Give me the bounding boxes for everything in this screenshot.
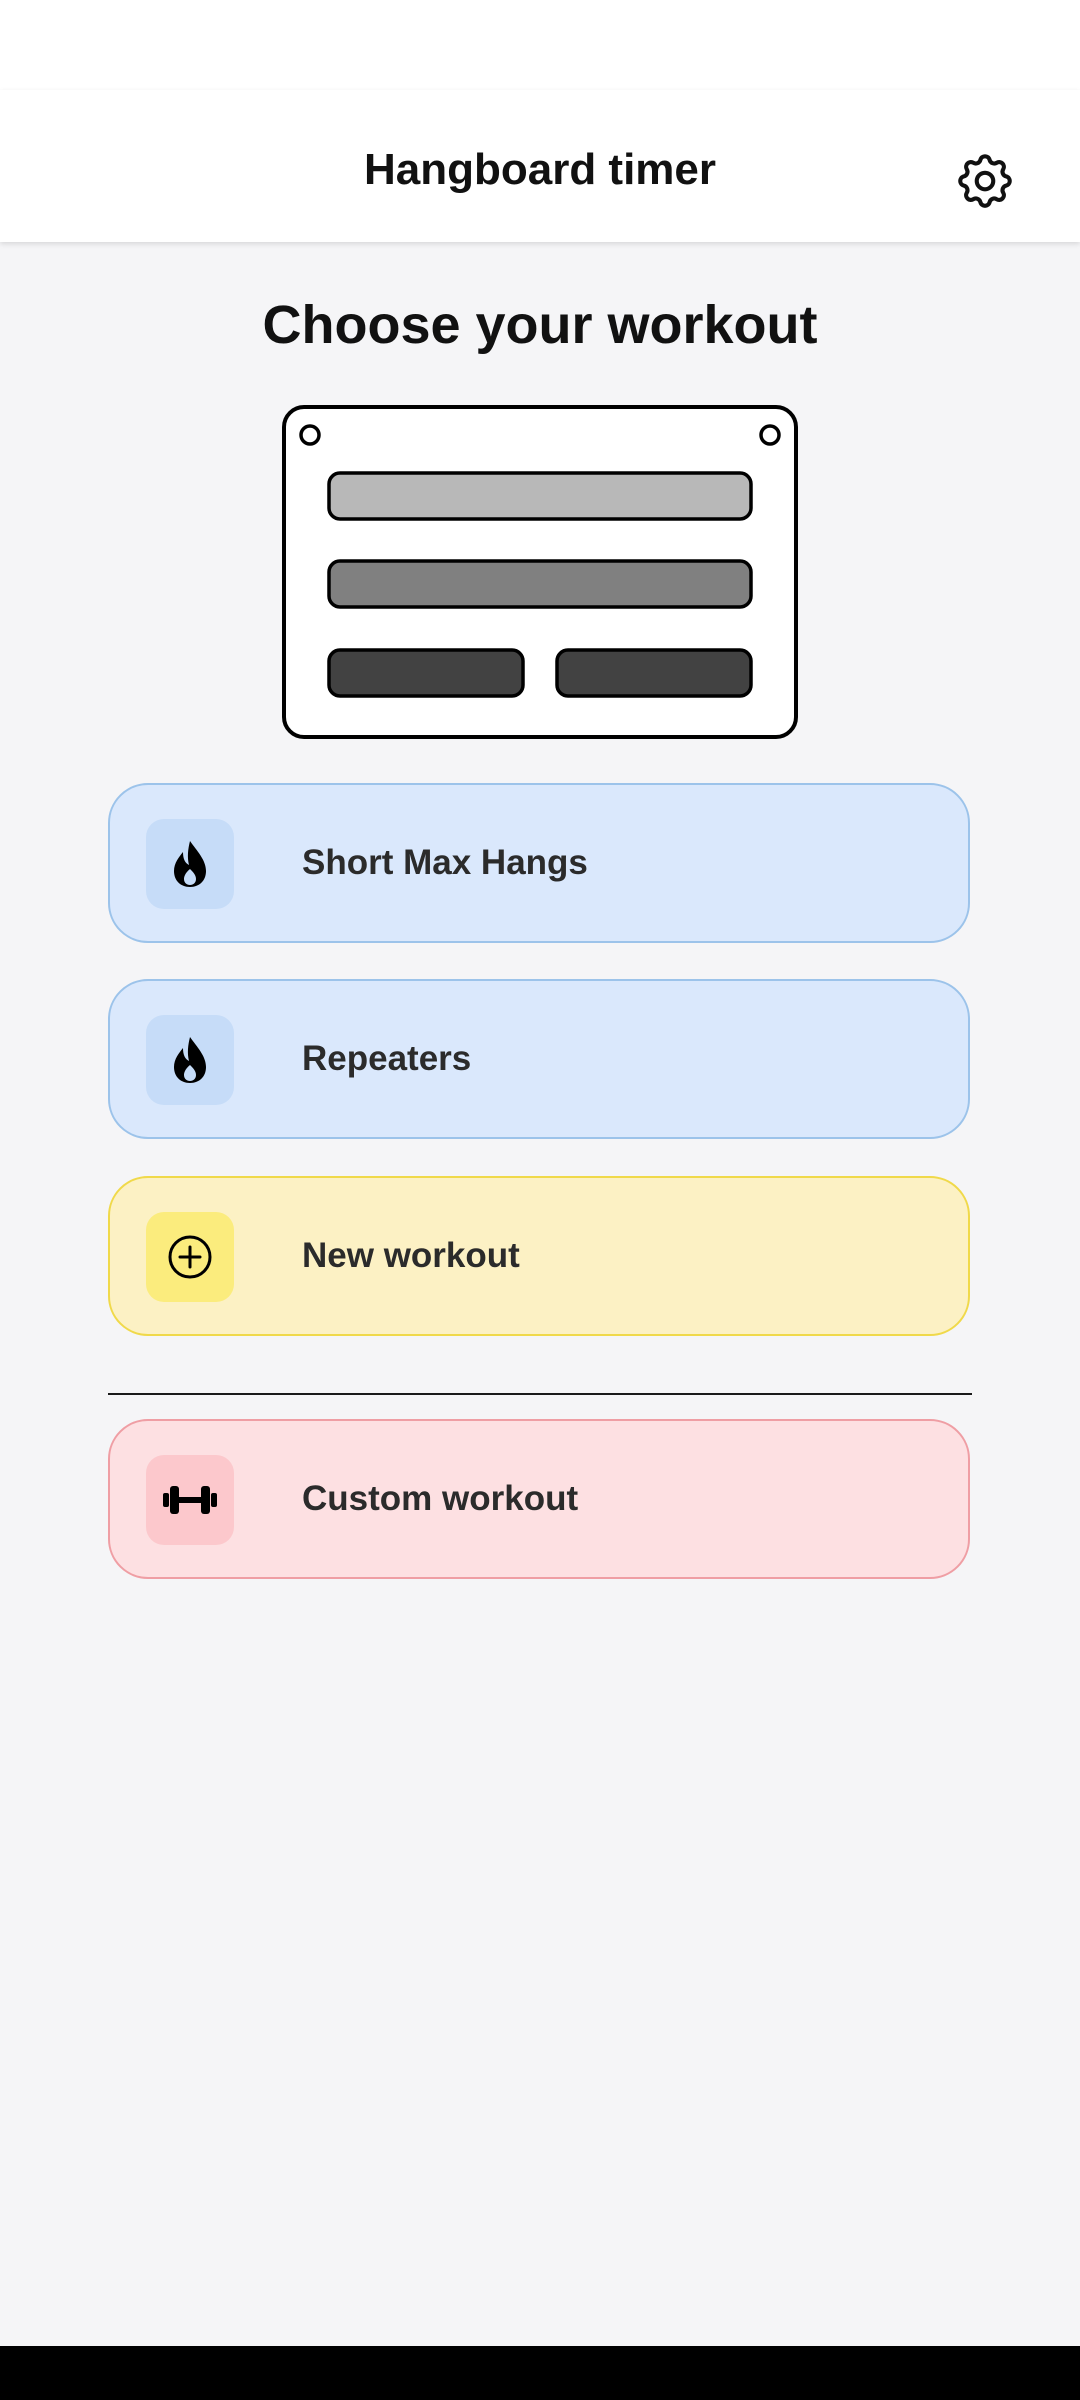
- settings-button[interactable]: [948, 144, 1022, 218]
- add-circle-icon: [168, 1235, 212, 1279]
- custom-workout-button[interactable]: Custom workout: [108, 1419, 970, 1579]
- workout-card-label: Repeaters: [302, 1039, 472, 1078]
- app-bar: Hangboard timer: [0, 90, 1080, 242]
- new-workout-button[interactable]: New workout: [108, 1176, 970, 1336]
- page-title: Choose your workout: [262, 295, 818, 355]
- dumbbell-icon: [163, 1486, 217, 1514]
- status-bar: [0, 0, 1080, 90]
- gear-icon: [958, 154, 1012, 208]
- hangboard-illustration: [282, 405, 798, 739]
- workout-card-label: New workout: [302, 1236, 520, 1275]
- workout-card-icon: [146, 1455, 234, 1545]
- system-navigation-bar: [0, 2346, 1080, 2400]
- workout-card-short-max-hangs[interactable]: Short Max Hangs: [108, 783, 970, 943]
- flame-icon: [174, 841, 206, 887]
- divider: [108, 1393, 972, 1395]
- workout-card-icon: [146, 1015, 234, 1105]
- workout-card-repeaters[interactable]: Repeaters: [108, 979, 970, 1139]
- flame-icon: [174, 1037, 206, 1083]
- workout-card-icon: [146, 1212, 234, 1302]
- workout-card-label: Short Max Hangs: [302, 843, 588, 882]
- app-title: Hangboard timer: [363, 145, 717, 194]
- workout-card-icon: [146, 819, 234, 909]
- workout-card-label: Custom workout: [302, 1479, 579, 1518]
